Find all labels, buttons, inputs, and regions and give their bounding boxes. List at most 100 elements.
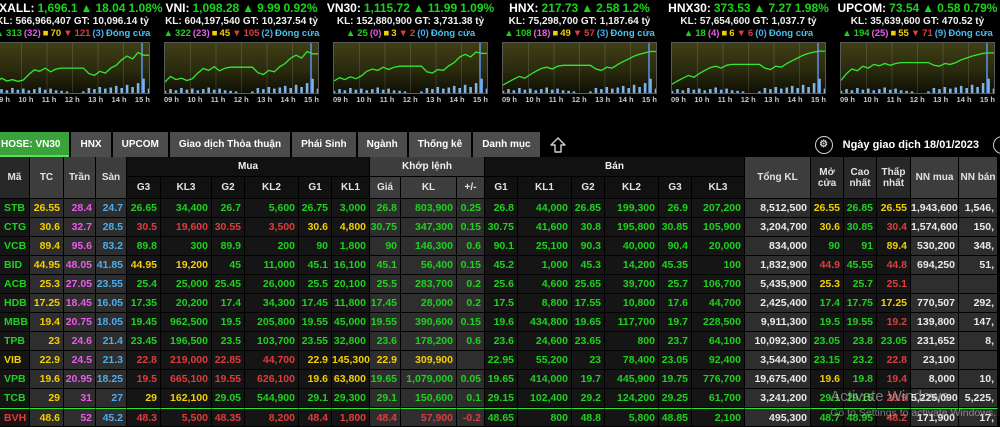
down-arrow-icon: ▼ [736,28,745,39]
flat-square-icon: ■ [383,28,389,39]
tab-hnx[interactable]: HNX [71,132,110,157]
cell-bid2-price: 30.55 [212,218,245,237]
table-row[interactable]: VCB89.495.683.289.830089.9200901,8009014… [0,237,1000,256]
cell-ask1-price: 48.65 [485,408,518,427]
time-tick-label: 12 h [572,95,587,104]
collapse-arrow-icon[interactable] [548,132,568,157]
up-arrow-icon: ▲ [164,28,173,39]
cell-foreign-buy: 770,507 [911,294,959,313]
index-panels: VNXALL:1,696.1▲18.041.08%KL: 566,966,407… [0,0,1000,122]
cell-bid1-price: 19.6 [299,370,332,389]
cell-ask3-vol: 64,100 [692,332,745,351]
cell-bid2-price: 17.4 [212,294,245,313]
time-tick-label: 12 h [741,95,756,104]
unchanged-count: 55 [898,28,909,39]
table-row[interactable]: CTG30.632.728.530.519,60030.553,50030.64… [0,218,1000,237]
cell-symbol: MBB [0,313,30,332]
table-row[interactable]: TPB2324.621.423.45196,50023.5103,70023.5… [0,332,1000,351]
cell-ceiling-price: 52 [64,408,96,427]
unchanged-count: 45 [220,28,231,39]
time-tick-label: 14 h [957,95,972,104]
advancers-count: 194 [854,28,870,39]
cell-bid2-vol: 8,200 [245,408,299,427]
table-row[interactable]: BVH48.65245.248.35,50048.358,20048.41,80… [0,408,1000,427]
session-status: Đóng cửa [769,28,813,39]
cell-ask3-price: 23.05 [659,351,692,370]
table-row[interactable]: VPB19.620.9518.2519.5665,10019.55626,100… [0,370,1000,389]
cell-bid3-vol: 962,500 [161,313,212,332]
cell-bid2-vol: 34,300 [245,294,299,313]
col-header-ask3-price: G3 [659,177,692,199]
cell-ask1-vol: 24,600 [518,332,572,351]
cell-bid2-price: 25.45 [212,275,245,294]
cell-ask2-price: 48.8 [572,408,605,427]
cell-change: 0.25 [457,199,485,218]
table-row[interactable]: TCB29312729162,10029.05544,90029.129,300… [0,389,1000,408]
tab-ph-i-sinh[interactable]: Phái Sinh [292,132,356,157]
decliners-count: 2 [410,28,415,39]
tab-ng-nh[interactable]: Ngành [358,132,407,157]
index-volume-line: KL: 566,966,407 GT: 10,096.14 tỷ [0,16,149,27]
tab-danh-m-c[interactable]: Danh mục [473,132,539,157]
tab-th-ng-k[interactable]: Thống kê [409,132,471,157]
trading-date[interactable]: Ngày giao dịch 18/01/2023 [843,139,979,151]
cell-match-vol: 1,079,000 [401,370,457,389]
cell-match-price: 23.6 [370,332,401,351]
table-row[interactable]: VIB22.924.521.322.8219,00022.8544,70022.… [0,351,1000,370]
col-header-change: +/- [457,177,485,199]
time-tick-label: 13 h [88,95,103,104]
cell-foreign-buy: 171,900 [911,408,959,427]
down-arrow-icon: ▼ [573,28,582,39]
cell-bid3-vol: 25,000 [161,275,212,294]
cell-low-price: 89.4 [877,237,911,256]
cell-ask3-vol: 61,700 [692,389,745,408]
cell-ask3-vol: 106,700 [692,275,745,294]
cell-match-price: 48.4 [370,408,401,427]
cell-foreign-buy [911,275,959,294]
cell-ask2-vol: 124,200 [605,389,659,408]
cell-high-price: 45.55 [844,256,877,275]
session-status: Đóng cửa [106,28,150,39]
cell-total-vol: 3,204,700 [745,218,811,237]
cell-ask2-vol: 800 [605,332,659,351]
table-row[interactable]: MBB19.420.7518.0519.45962,50019.5205,800… [0,313,1000,332]
tab-upcom[interactable]: UPCOM [113,132,168,157]
cell-floor-price: 27 [96,389,127,408]
flat-square-icon: ■ [721,28,727,39]
cell-ask3-price: 48.85 [659,408,692,427]
cell-ask1-vol: 44,000 [518,199,572,218]
tab-giao-d-ch-th-a-thu-n[interactable]: Giao dịch Thỏa thuận [170,132,290,157]
cell-ask3-vol: 207,200 [692,199,745,218]
table-row[interactable]: STB26.5528.424.726.6534,40026.75,60026.7… [0,199,1000,218]
right-edge-icon[interactable] [993,136,1000,154]
time-tick-label: 10 h [525,95,540,104]
cell-ask2-vol: 39,700 [605,275,659,294]
cell-foreign-buy: 5,225,090 [911,389,959,408]
floor-count: (0) [755,28,767,39]
cell-foreign-sell: 5,225, [959,389,998,408]
ceiling-count: (0) [370,28,382,39]
tab-hose-vn30[interactable]: HOSE: VN30 [0,132,69,157]
up-arrow-icon: ▲ [581,1,593,15]
table-row[interactable]: ACB25.327.0523.5525.425,00025.4526,00025… [0,275,1000,294]
cell-ask3-vol: 228,500 [692,313,745,332]
cell-ask2-vol: 40,000 [605,237,659,256]
table-row[interactable]: HDB17.2518.4516.0517.3520,20017.434,3001… [0,294,1000,313]
table-row[interactable]: BID44.9548.0541.8544.9519,2004511,00045.… [0,256,1000,275]
cell-total-vol: 19,675,400 [745,370,811,389]
advancers-count: 25 [357,28,368,39]
cell-total-vol: 3,544,300 [745,351,811,370]
index-headline: HNX30:373.53▲7.271.98% [668,1,829,15]
cell-bid3-vol: 162,100 [161,389,212,408]
time-tick-label: 14 h [281,95,296,104]
index-headline: VN30:1,115.72▲11.991.09% [327,1,494,15]
cell-ask1-vol: 414,000 [518,370,572,389]
col-header-ask2-vol: KL2 [605,177,659,199]
cell-high-price: 23.8 [844,332,877,351]
cell-ask3-price: 90.4 [659,237,692,256]
cell-ceiling-price: 20.95 [64,370,96,389]
cell-ask2-price: 30.8 [572,218,605,237]
cell-match-vol: 309,900 [401,351,457,370]
gear-icon[interactable]: ⚙ [815,136,833,154]
col-header-floor: Sàn [96,157,127,199]
